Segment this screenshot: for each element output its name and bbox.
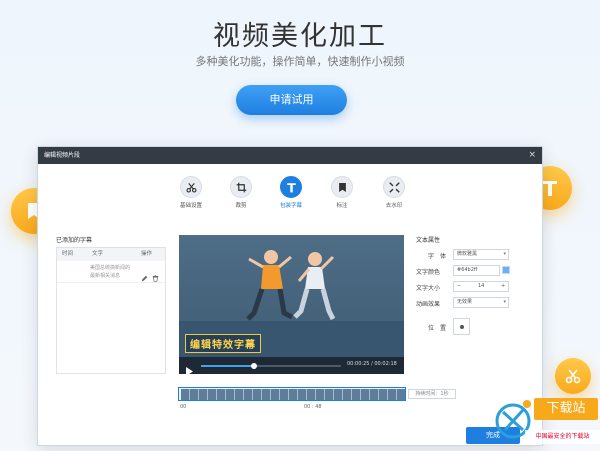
timeline-frame [397, 389, 405, 400]
tool-crop[interactable]: 裁剪 [221, 176, 261, 209]
column-time: 时间 [62, 251, 74, 257]
text-props-title: 文本属性 [416, 237, 441, 244]
timeline-frame [271, 389, 280, 400]
size-value: 14 [478, 283, 485, 289]
site-brand: 下载站 [534, 398, 598, 420]
timeline-start-marker: 00 [180, 404, 187, 410]
color-value: #64b2ff [457, 267, 478, 273]
tool-label: 裁剪 [235, 203, 247, 209]
timeline-frame [280, 389, 289, 400]
font-select-value: 微软雅黑 [457, 251, 478, 257]
seek-handle[interactable] [251, 363, 258, 369]
color-swatch[interactable] [502, 266, 510, 274]
timeline-frame [352, 389, 361, 400]
timeline-frame [244, 389, 253, 400]
watermark-icon [383, 176, 405, 198]
tool-basic-settings[interactable]: 基础设置 [171, 176, 211, 209]
tool-label: 标注 [336, 203, 348, 209]
animation-label: 动画效果 [416, 301, 441, 308]
font-select[interactable]: 微软雅黑 ▾ [453, 249, 509, 260]
color-field[interactable]: #64b2ff [453, 265, 500, 276]
dialog-titlebar: 编辑视频片段 [38, 147, 542, 164]
play-icon[interactable] [185, 361, 193, 374]
site-slogan: 中国最安全的下载站 [525, 430, 600, 444]
video-player[interactable]: 编辑特效字幕 00:00:25 / 00:02:18 [179, 235, 404, 374]
text-icon [280, 176, 302, 198]
table-header: 时间 文字 操作 [57, 248, 165, 261]
chevron-down-icon: ▾ [503, 251, 506, 257]
hero-title: 视频美化加工 [213, 21, 387, 52]
timeline-frame [361, 389, 370, 400]
timeline-frame [235, 389, 244, 400]
video-caption: 编辑特效字幕 [185, 334, 261, 353]
timeline-frame [325, 389, 334, 400]
timeline-frame [316, 389, 325, 400]
size-stepper[interactable]: − 14 + [453, 281, 509, 292]
timeline-frame [262, 389, 271, 400]
timeline-frame [388, 389, 397, 400]
tool-label: 包装字幕 [279, 203, 302, 209]
time-readout: 00:00:25 / 00:02:18 [347, 361, 397, 367]
size-label: 文字大小 [416, 285, 441, 292]
dialog-title: 编辑视频片段 [44, 152, 81, 159]
column-text: 文字 [92, 251, 104, 257]
dancers-illustration [246, 250, 336, 321]
timeline-frame [370, 389, 379, 400]
close-icon[interactable]: × [528, 147, 536, 164]
scissors-badge-icon [555, 358, 591, 394]
tool-subtitles[interactable]: 包装字幕 [271, 176, 311, 209]
scissors-icon [180, 176, 202, 198]
tool-annotate[interactable]: 标注 [322, 176, 362, 209]
timeline-frame [298, 389, 307, 400]
chevron-down-icon: ▾ [503, 299, 506, 305]
timeline-frame [226, 389, 235, 400]
size-decrease-button[interactable]: − [457, 282, 461, 291]
color-label: 文字颜色 [416, 269, 441, 276]
delete-icon[interactable] [152, 267, 159, 286]
subtitles-table: 时间 文字 操作 美国总统搞新闻的最新相关消息 [56, 247, 166, 374]
edit-icon[interactable] [141, 267, 148, 286]
seek-bar-progress [201, 365, 255, 367]
animation-select-value: 无效果 [457, 299, 473, 305]
bookmark-icon [331, 176, 353, 198]
timeline-frame [199, 389, 208, 400]
timeline-frame [181, 389, 190, 400]
position-label: 位 置 [428, 325, 447, 332]
timeline-frame [253, 389, 262, 400]
duration-field[interactable]: 持续时间：1秒 [408, 389, 456, 399]
seek-bar[interactable] [201, 363, 341, 369]
size-increase-button[interactable]: + [501, 282, 505, 291]
timeline-frame [208, 389, 217, 400]
timeline-frame [217, 389, 226, 400]
timeline-frame [307, 389, 316, 400]
tool-label: 去水印 [385, 203, 403, 209]
apply-trial-button[interactable]: 申请试用 [236, 85, 347, 115]
subtitles-panel-title: 已添加的字幕 [56, 237, 93, 244]
timeline-frame [190, 389, 199, 400]
timeline-frame [334, 389, 343, 400]
timeline-strip[interactable] [178, 387, 406, 401]
table-row[interactable]: 美国总统搞新闻的最新相关消息 [57, 261, 165, 283]
player-controls: 00:00:25 / 00:02:18 [179, 357, 404, 374]
timeline-frame [379, 389, 388, 400]
tool-label: 基础设置 [179, 203, 202, 209]
timeline-mid-marker: 00 : 48 [304, 404, 322, 410]
timeline-frame [343, 389, 352, 400]
edit-video-dialog: 编辑视频片段 × 基础设置 裁剪 包装字幕 标注 去水印 已添加的字幕 时间 文… [37, 146, 543, 446]
column-actions: 操作 [141, 251, 153, 257]
position-picker[interactable] [453, 318, 470, 335]
timeline-frame [289, 389, 298, 400]
animation-select[interactable]: 无效果 ▾ [453, 297, 509, 308]
hero-subtitle: 多种美化功能，操作简单，快速制作小视频 [195, 55, 405, 68]
position-dot-icon [459, 324, 464, 329]
time-separator: / [371, 361, 373, 367]
row-text: 美国总统搞新闻的最新相关消息 [90, 265, 131, 279]
crop-icon [230, 176, 252, 198]
time-total: 00:02:18 [374, 361, 397, 367]
time-current: 00:00:25 [347, 361, 370, 367]
font-label: 字 体 [428, 253, 447, 260]
tool-remove-watermark[interactable]: 去水印 [374, 176, 414, 209]
